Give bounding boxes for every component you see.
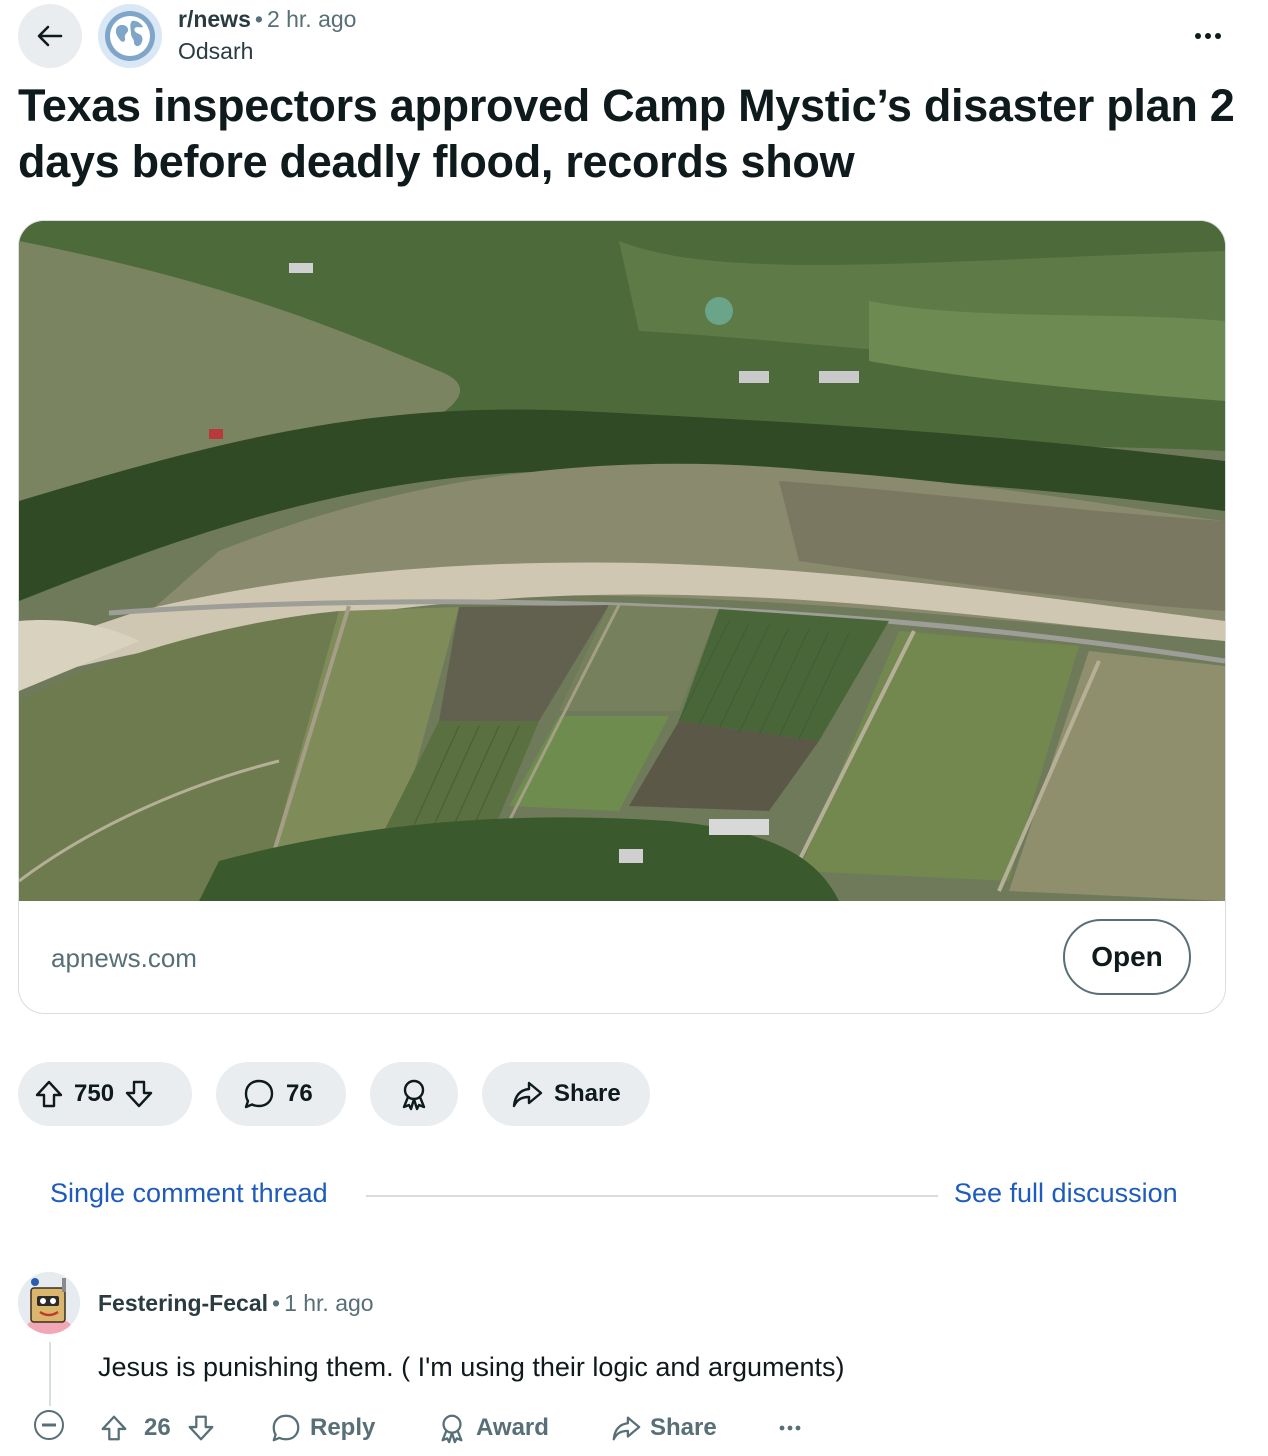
share-arrow-icon xyxy=(512,1081,543,1108)
open-link-button[interactable]: Open xyxy=(1063,919,1191,995)
vote-pill: 750 xyxy=(18,1062,192,1126)
comment-share-label: Share xyxy=(650,1414,717,1441)
subreddit-meta: r/news • 2 hr. ago xyxy=(178,6,356,33)
arrow-left-icon xyxy=(37,25,63,47)
commenter-avatar[interactable] xyxy=(18,1272,80,1334)
thread-nav-divider xyxy=(366,1195,938,1197)
link-preview-image[interactable] xyxy=(19,221,1225,901)
comment-meta: Festering-Fecal • 1 hr. ago xyxy=(98,1290,374,1317)
post-title[interactable]: Texas inspectors approved Camp Mystic’s … xyxy=(18,78,1248,190)
comment-count: 76 xyxy=(286,1080,313,1107)
comment-meta-separator: • xyxy=(272,1290,281,1316)
globe-icon xyxy=(105,11,155,61)
comment-vote-count: 26 xyxy=(144,1414,171,1441)
comment-downvote-icon[interactable] xyxy=(185,1412,217,1444)
collapse-minus-icon xyxy=(42,1423,56,1427)
post-more-button[interactable] xyxy=(1190,18,1226,54)
share-arrow-icon xyxy=(612,1416,641,1441)
award-label: Award xyxy=(476,1414,549,1441)
award-icon xyxy=(402,1079,426,1111)
comment-bubble-icon xyxy=(244,1079,274,1109)
reply-button[interactable]: Reply xyxy=(270,1408,375,1448)
upvote-arrow-icon[interactable] xyxy=(32,1077,66,1111)
more-horizontal-icon xyxy=(1195,33,1221,39)
see-full-discussion-link[interactable]: See full discussion xyxy=(954,1178,1178,1209)
post-time: 2 hr. ago xyxy=(266,6,357,32)
comment-vote-group: 26 xyxy=(98,1408,217,1448)
subreddit-name[interactable]: r/news xyxy=(178,6,251,32)
meta-separator: • xyxy=(254,6,263,32)
comment-author[interactable]: Festering-Fecal xyxy=(98,1290,268,1316)
share-button[interactable]: Share xyxy=(482,1062,650,1126)
link-domain[interactable]: apnews.com xyxy=(51,943,197,974)
comment-time: 1 hr. ago xyxy=(284,1290,374,1316)
comment-share-button[interactable]: Share xyxy=(610,1408,717,1448)
link-card[interactable]: apnews.com Open xyxy=(18,220,1226,1014)
downvote-arrow-icon[interactable] xyxy=(122,1077,156,1111)
single-comment-thread-link[interactable]: Single comment thread xyxy=(50,1178,328,1209)
award-button[interactable] xyxy=(370,1062,458,1126)
more-horizontal-icon xyxy=(779,1425,801,1431)
share-label: Share xyxy=(554,1080,621,1107)
collapse-comment-button[interactable] xyxy=(34,1410,64,1440)
comment-upvote-icon[interactable] xyxy=(98,1412,130,1444)
snoo-avatar-icon xyxy=(18,1272,80,1334)
back-button[interactable] xyxy=(18,4,82,68)
post-author[interactable]: Odsarh xyxy=(178,38,253,65)
comment-more-button[interactable] xyxy=(778,1408,802,1448)
reply-label: Reply xyxy=(310,1414,376,1441)
subreddit-avatar[interactable] xyxy=(98,4,162,68)
award-icon xyxy=(441,1414,463,1444)
vote-count: 750 xyxy=(74,1080,115,1107)
comment-body: Jesus is punishing them. ( I'm using the… xyxy=(98,1352,845,1382)
comment-award-button[interactable]: Award xyxy=(436,1408,549,1448)
thread-line[interactable] xyxy=(49,1342,51,1406)
comments-button[interactable]: 76 xyxy=(216,1062,346,1126)
reply-bubble-icon xyxy=(272,1414,300,1442)
